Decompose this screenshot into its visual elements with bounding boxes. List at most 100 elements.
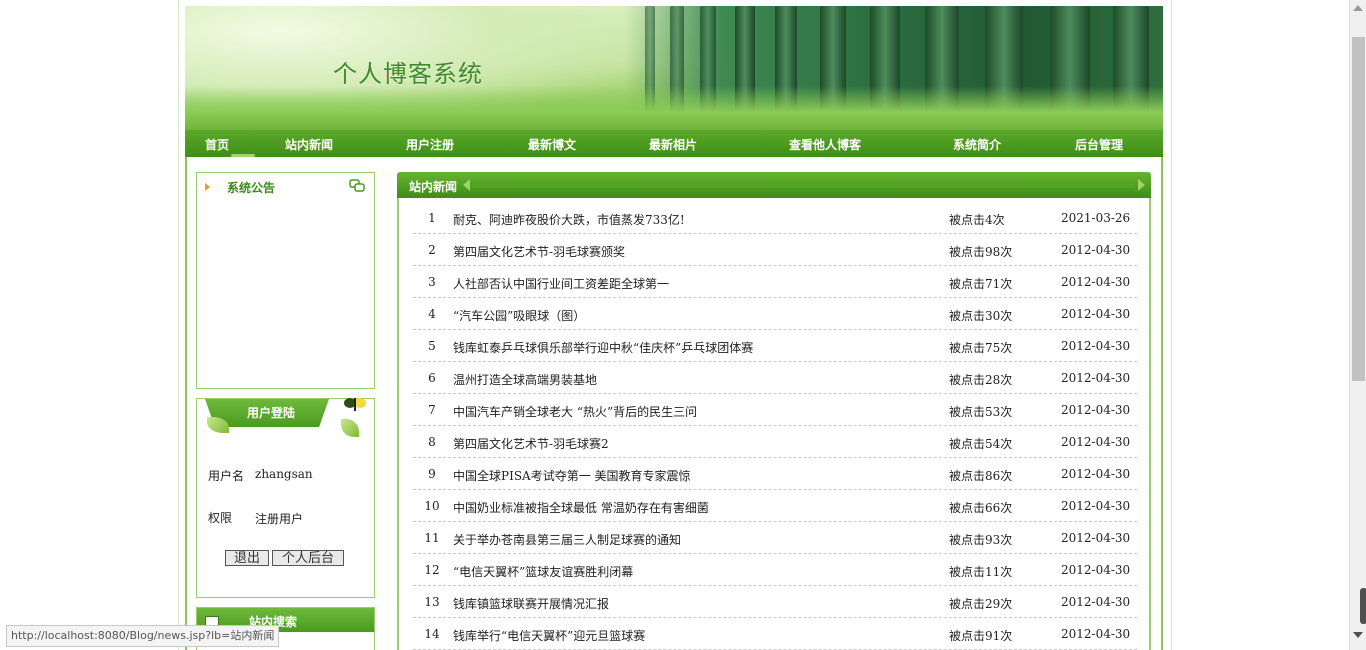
page-scrollbar[interactable] — [1349, 0, 1366, 650]
news-number: 5 — [428, 339, 436, 353]
news-title-link[interactable]: 钱库虹泰乒乓球俱乐部举行迎中秋“佳庆杯”乒乓球团体赛 — [453, 339, 753, 356]
news-click-count: 被点击4次 — [949, 213, 1005, 227]
scroll-down-icon[interactable] — [1353, 632, 1363, 638]
news-number: 9 — [428, 467, 436, 481]
news-title-link[interactable]: 人社部否认中国行业间工资差距全球第一 — [453, 275, 669, 292]
nav-item-4[interactable]: 最新博文 — [528, 136, 576, 153]
news-row: 13 钱库镇篮球联赛开展情况汇报 被点击29次 2012-04-30 — [413, 586, 1137, 618]
news-date: 2012-04-30 — [1061, 531, 1131, 545]
news-row: 10 中国奶业标准被指全球最低 常温奶存在有害细菌 被点击66次 2012-04-30 — [413, 490, 1137, 522]
news-title-link[interactable]: 温州打造全球高端男装基地 — [453, 371, 597, 388]
scroll-up-icon[interactable] — [1353, 5, 1363, 11]
news-number: 11 — [424, 531, 440, 545]
news-click-count: 被点击28次 — [949, 373, 1013, 387]
news-title-link[interactable]: “汽车公园”吸眼球（图） — [453, 307, 585, 324]
login-panel: 用户登陆 用户名 zhangsan 权限 注册用户 退出 个人后台 — [196, 398, 375, 598]
news-date: 2012-04-30 — [1061, 435, 1131, 449]
news-title-link[interactable]: 关于举办苍南县第三届三人制足球赛的通知 — [453, 531, 681, 548]
news-date: 2012-04-30 — [1061, 595, 1131, 609]
personal-backend-button[interactable]: 个人后台 — [272, 550, 344, 566]
news-number: 2 — [428, 243, 436, 257]
news-title-link[interactable]: 第四届文化艺术节-羽毛球赛2 — [453, 435, 609, 452]
logout-button[interactable]: 退出 — [225, 550, 269, 566]
news-row: 7 中国汽车产销全球老大 “热火”背后的民生三问 被点击53次 2012-04-30 — [413, 394, 1137, 426]
news-date: 2012-04-30 — [1061, 307, 1131, 321]
nav-item-5[interactable]: 最新相片 — [649, 136, 697, 153]
news-click-count: 被点击75次 — [949, 341, 1013, 355]
news-date: 2012-04-30 — [1061, 467, 1131, 481]
news-title-link[interactable]: 耐克、阿迪昨夜股价大跌，市值蒸发733亿! — [453, 211, 685, 228]
news-panel-title: 站内新闻 — [409, 180, 458, 194]
news-click-count: 被点击71次 — [949, 277, 1013, 291]
nav-item-3[interactable]: 用户注册 — [406, 136, 454, 153]
nav-item-7[interactable]: 系统简介 — [953, 136, 1001, 153]
scrollbar-thumb[interactable] — [1352, 37, 1365, 381]
arrow-right-icon — [205, 183, 210, 191]
news-number: 1 — [428, 211, 436, 225]
news-title-link[interactable]: 钱库举行“电信天翼杯”迎元旦篮球赛 — [453, 627, 645, 644]
news-number: 6 — [428, 371, 436, 385]
news-click-count: 被点击29次 — [949, 597, 1013, 611]
main-nav: 首页 站内新闻 用户注册 最新博文 最新相片 查看他人博客 系统简介 后台管理 — [185, 130, 1163, 157]
news-date: 2012-04-30 — [1061, 371, 1131, 385]
news-number: 14 — [424, 627, 440, 641]
news-title-link[interactable]: “电信天翼杯”篮球友谊赛胜利闭幕 — [453, 563, 633, 580]
news-date: 2012-04-30 — [1061, 499, 1131, 513]
news-row: 12 “电信天翼杯”篮球友谊赛胜利闭幕 被点击11次 2012-04-30 — [413, 554, 1137, 586]
news-list: 1 耐克、阿迪昨夜股价大跌，市值蒸发733亿! 被点击4次 2021-03-26 2 第四… — [397, 198, 1151, 650]
role-value: 注册用户 — [255, 512, 304, 526]
news-date: 2021-03-26 — [1061, 211, 1131, 225]
leaf-decoration — [341, 419, 359, 437]
site-title: 个人博客系统 — [333, 60, 483, 88]
chat-bubbles-icon — [349, 179, 365, 192]
login-title: 用户登陆 — [246, 406, 295, 420]
news-number: 12 — [424, 563, 440, 577]
username-label: 用户名 — [208, 469, 245, 483]
news-date: 2012-04-30 — [1061, 627, 1131, 641]
news-date: 2012-04-30 — [1061, 243, 1131, 257]
news-click-count: 被点击98次 — [949, 245, 1013, 259]
news-date: 2012-04-30 — [1061, 563, 1131, 577]
nav-item-6[interactable]: 查看他人博客 — [789, 136, 861, 153]
banner-grass — [185, 86, 1163, 130]
news-row: 11 关于举办苍南县第三届三人制足球赛的通知 被点击93次 2012-04-30 — [413, 522, 1137, 554]
news-click-count: 被点击54次 — [949, 437, 1013, 451]
news-click-count: 被点击93次 — [949, 533, 1013, 547]
news-number: 10 — [424, 499, 440, 513]
chevron-left-icon — [463, 179, 470, 191]
nav-item-1[interactable]: 首页 — [205, 136, 229, 153]
news-title-link[interactable]: 中国汽车产销全球老大 “热火”背后的民生三问 — [453, 403, 697, 420]
news-row: 5 钱库虹泰乒乓球俱乐部举行迎中秋“佳庆杯”乒乓球团体赛 被点击75次 2012-04… — [413, 330, 1137, 362]
role-label: 权限 — [208, 511, 233, 525]
news-click-count: 被点击30次 — [949, 309, 1013, 323]
news-date: 2012-04-30 — [1061, 275, 1131, 289]
news-row: 14 钱库举行“电信天翼杯”迎元旦篮球赛 被点击91次 2012-04-30 — [413, 618, 1137, 650]
butterfly-icon — [344, 398, 366, 411]
header-banner: 个人博客系统 — [185, 6, 1163, 130]
news-date: 2012-04-30 — [1061, 403, 1131, 417]
news-title-link[interactable]: 中国奶业标准被指全球最低 常温奶存在有害细菌 — [453, 499, 709, 516]
news-number: 3 — [428, 275, 436, 289]
news-number: 4 — [428, 307, 436, 321]
news-click-count: 被点击53次 — [949, 405, 1013, 419]
username-value: zhangsan — [255, 467, 313, 481]
news-row: 1 耐克、阿迪昨夜股价大跌，市值蒸发733亿! 被点击4次 2021-03-26 — [413, 202, 1137, 234]
news-number: 7 — [428, 403, 436, 417]
news-number: 8 — [428, 435, 436, 449]
scroll-indicator — [1360, 588, 1366, 624]
news-date: 2012-04-30 — [1061, 339, 1131, 353]
news-click-count: 被点击86次 — [949, 469, 1013, 483]
news-click-count: 被点击91次 — [949, 629, 1013, 643]
news-title-link[interactable]: 中国全球PISA考试夺第一 美国教育专家震惊 — [453, 467, 691, 484]
news-row: 9 中国全球PISA考试夺第一 美国教育专家震惊 被点击86次 2012-04-30 — [413, 458, 1137, 490]
nav-item-8[interactable]: 后台管理 — [1075, 136, 1123, 153]
chevron-right-icon — [1138, 179, 1145, 191]
news-title-link[interactable]: 第四届文化艺术节-羽毛球赛颁奖 — [453, 243, 625, 260]
status-bar-url: http://localhost:8080/Blog/news.jsp?lb=站… — [6, 625, 280, 647]
news-row: 8 第四届文化艺术节-羽毛球赛2 被点击54次 2012-04-30 — [413, 426, 1137, 458]
news-row: 6 温州打造全球高端男装基地 被点击28次 2012-04-30 — [413, 362, 1137, 394]
news-number: 13 — [424, 595, 440, 609]
nav-item-2[interactable]: 站内新闻 — [285, 136, 333, 153]
news-row: 2 第四届文化艺术节-羽毛球赛颁奖 被点击98次 2012-04-30 — [413, 234, 1137, 266]
news-title-link[interactable]: 钱库镇篮球联赛开展情况汇报 — [453, 595, 609, 612]
